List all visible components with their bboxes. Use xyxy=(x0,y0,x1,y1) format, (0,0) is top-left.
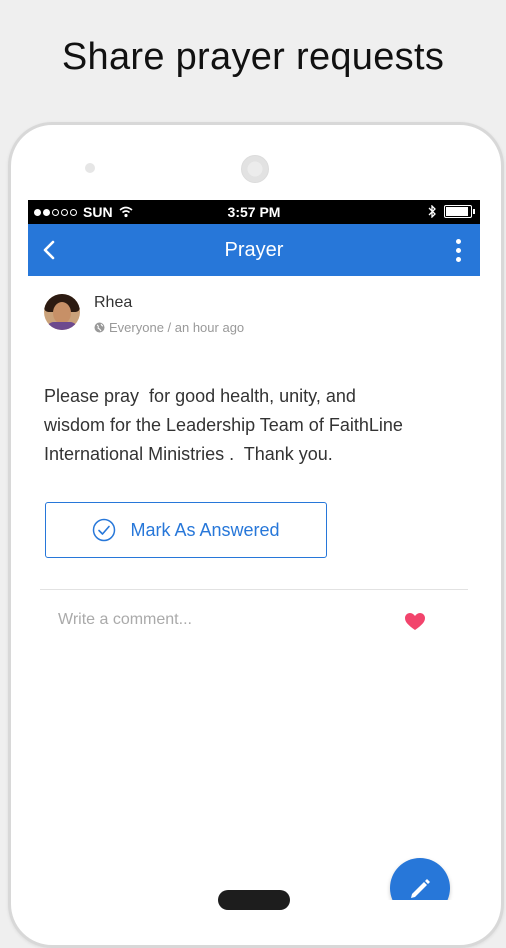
phone-sensor xyxy=(85,163,95,173)
comment-input[interactable] xyxy=(56,610,390,630)
divider xyxy=(40,589,468,590)
home-button xyxy=(218,890,290,910)
phone-screen: SUN 3:57 PM Prayer Rhea Everyone / an ho… xyxy=(28,200,480,900)
phone-speaker xyxy=(241,155,269,183)
page-title: Prayer xyxy=(224,239,284,261)
headline: Share prayer requests xyxy=(61,36,445,78)
globe-icon xyxy=(94,322,105,333)
audience-label: Everyone / an hour ago xyxy=(109,320,245,335)
mark-as-answered-label: Mark As Answered xyxy=(130,519,280,540)
post-audience: Everyone / an hour ago xyxy=(94,320,244,335)
battery-icon xyxy=(444,205,475,218)
heart-icon[interactable] xyxy=(404,612,426,632)
status-bar: SUN 3:57 PM xyxy=(28,200,480,224)
overflow-menu-icon[interactable] xyxy=(446,236,470,264)
compose-button[interactable] xyxy=(390,858,450,900)
post-body: Please pray for good health, unity, and … xyxy=(44,386,403,464)
check-circle-icon xyxy=(93,518,116,542)
status-time: 3:57 PM xyxy=(227,204,281,220)
author-name[interactable]: Rhea xyxy=(94,294,244,312)
post-header: Rhea Everyone / an hour ago xyxy=(44,294,244,335)
avatar[interactable] xyxy=(44,294,80,330)
app-bar: Prayer xyxy=(28,224,480,276)
bluetooth-icon xyxy=(428,205,436,218)
mark-as-answered-button[interactable]: Mark As Answered xyxy=(45,502,327,558)
pencil-icon xyxy=(411,879,430,898)
